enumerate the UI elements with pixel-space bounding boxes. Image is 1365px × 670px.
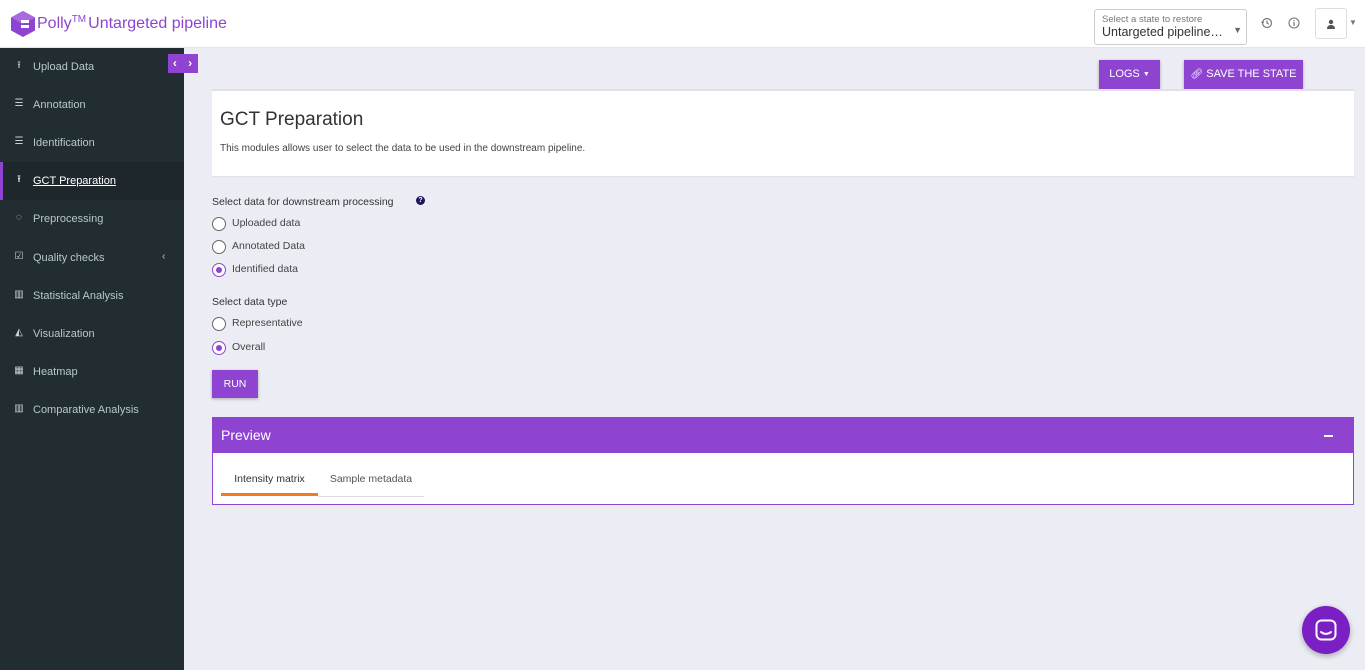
radio-overall[interactable]: Overall [212, 340, 412, 356]
state-restore-select[interactable]: Select a state to restore Untargeted pip… [1094, 9, 1247, 45]
upload-icon: ⭱ [17, 60, 21, 71]
radio-uploaded-data[interactable]: Uploaded data [212, 216, 412, 232]
help-icon[interactable]: ? [416, 196, 425, 205]
sidebar-item-upload-data[interactable]: ⭱ Upload Data [0, 48, 184, 86]
area-chart-icon: ◭ [15, 327, 23, 338]
state-select-value: Untargeted pipeline F... [1102, 25, 1226, 39]
sidebar-item-gct-preparation[interactable]: ⭱ GCT Preparation [0, 162, 184, 200]
sidebar-item-label: Identification [33, 137, 95, 149]
radio-circle[interactable] [212, 341, 226, 355]
module-description: This modules allows user to select the d… [220, 143, 586, 154]
type-select-label: Select data type [212, 296, 288, 308]
sidebar-item-identification[interactable]: ☰ Identification [0, 124, 184, 162]
radio-circle[interactable] [212, 263, 226, 277]
radio-annotated-data[interactable]: Annotated Data [212, 239, 412, 255]
user-menu-caret-icon[interactable]: ▼ [1349, 18, 1357, 27]
radio-label: Annotated Data [232, 240, 305, 252]
upload-icon: ⭱ [17, 174, 21, 185]
brand-name: Polly [37, 15, 72, 32]
radio-identified-data[interactable]: Identified data [212, 262, 412, 278]
brand-trademark: TM [71, 14, 87, 25]
logs-button-label: LOGS [1109, 68, 1140, 80]
preview-title: Preview [221, 427, 271, 443]
sidebar-item-label: Quality checks [33, 252, 105, 264]
sidebar-item-label: Annotation [33, 99, 86, 111]
radio-circle[interactable] [212, 240, 226, 254]
sidebar-item-statistical-analysis[interactable]: ▥ Statistical Analysis [0, 277, 184, 315]
sidebar-item-label: Heatmap [33, 366, 78, 378]
radio-label: Representative [232, 317, 303, 329]
grid-icon: ▦ [14, 365, 24, 376]
state-select-label: Select a state to restore [1102, 14, 1203, 25]
page-title: GCT Preparation [220, 109, 364, 130]
polly-logo-icon[interactable] [11, 11, 35, 37]
preview-header[interactable]: Preview [213, 418, 1353, 453]
user-icon [1327, 19, 1335, 29]
spinner-icon: ◌ [16, 212, 22, 223]
sidebar-item-label: Statistical Analysis [33, 290, 124, 302]
bar-chart-icon: ▥ [14, 403, 24, 414]
tab-intensity-matrix[interactable]: Intensity matrix [221, 462, 318, 496]
chat-support-button[interactable] [1302, 606, 1350, 654]
sidebar-item-label: Visualization [33, 328, 95, 340]
sidebar-item-label: Preprocessing [33, 213, 104, 225]
data-select-label: Select data for downstream processing [212, 196, 394, 208]
radio-representative[interactable]: Representative [212, 316, 412, 332]
sidebar: ‹ › ⭱ Upload Data ☰ Annotation ☰ Identif… [0, 48, 198, 670]
sidebar-item-annotation[interactable]: ☰ Annotation [0, 86, 184, 124]
chat-icon [1315, 619, 1337, 641]
bar-chart-icon: ▥ [14, 289, 24, 300]
preview-panel: Preview Intensity matrix Sample metadata [212, 417, 1354, 505]
caret-down-icon: ▼ [1142, 71, 1150, 78]
collapse-minus-icon[interactable] [1324, 435, 1333, 437]
radio-label: Overall [232, 341, 266, 353]
checkbox-icon: ☑ [14, 251, 24, 262]
radio-circle[interactable] [212, 217, 226, 231]
radio-label: Identified data [232, 263, 298, 275]
module-info-card: GCT Preparation This modules allows user… [212, 89, 1354, 176]
user-menu-button[interactable] [1315, 8, 1347, 39]
sidebar-item-visualization[interactable]: ◭ Visualization [0, 315, 184, 353]
save-state-label: SAVE THE STATE [1206, 68, 1297, 80]
chevron-down-icon: ▼ [1233, 25, 1242, 35]
list-icon: ☰ [14, 136, 24, 147]
link-icon: 🔗︎ [1190, 69, 1204, 80]
sidebar-item-heatmap[interactable]: ▦ Heatmap [0, 353, 184, 391]
sidebar-item-quality-checks[interactable]: ☑ Quality checks ‹ [0, 239, 184, 277]
top-header: PollyTM Untargeted pipeline Select a stat… [0, 0, 1365, 48]
brand-title: PollyTM Untargeted pipeline [37, 14, 227, 33]
history-icon[interactable] [1258, 14, 1276, 32]
sidebar-item-label: Upload Data [33, 61, 95, 73]
sidebar-item-label: Comparative Analysis [33, 404, 139, 416]
sidebar-item-label: GCT Preparation [33, 175, 116, 187]
radio-label: Uploaded data [232, 217, 301, 229]
run-button[interactable]: RUN [212, 370, 258, 398]
brand-product: Untargeted pipeline [88, 15, 227, 32]
save-state-button[interactable]: 🔗︎ SAVE THE STATE [1184, 60, 1303, 89]
chevron-left-icon: ‹ [162, 251, 166, 262]
tab-sample-metadata[interactable]: Sample metadata [318, 462, 424, 496]
radio-circle[interactable] [212, 317, 226, 331]
logs-dropdown-button[interactable]: LOGS ▼ [1099, 60, 1160, 89]
info-icon[interactable] [1285, 14, 1303, 32]
sidebar-item-comparative-analysis[interactable]: ▥ Comparative Analysis [0, 391, 184, 429]
list-icon: ☰ [14, 98, 24, 109]
tab-divider [318, 496, 424, 497]
sidebar-item-preprocessing[interactable]: ◌ Preprocessing [0, 200, 184, 238]
